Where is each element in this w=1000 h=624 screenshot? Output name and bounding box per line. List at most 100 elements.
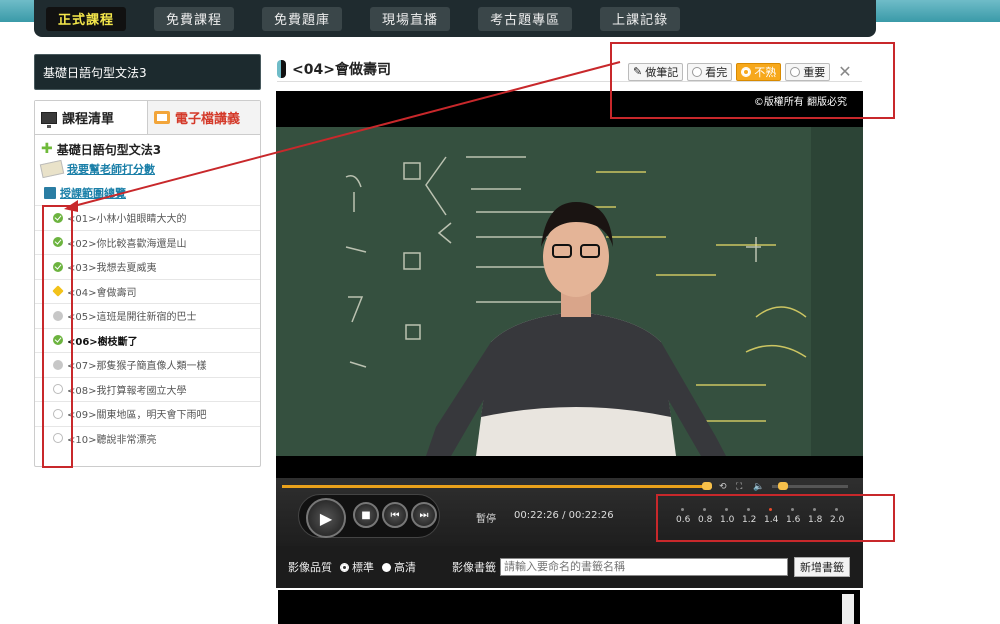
pen-paper-icon: [39, 159, 65, 179]
mark-watched-button[interactable]: 看完: [687, 62, 733, 81]
fullscreen-icon[interactable]: ⛶: [736, 482, 742, 492]
playback-time: 00:22:26 / 00:22:26: [514, 510, 614, 521]
mark-important-button[interactable]: 重要: [785, 62, 831, 81]
lesson-label: <02>你比較喜歡海還是山: [67, 238, 187, 250]
pencil-icon: ✎: [633, 65, 643, 78]
lesson-item[interactable]: <07>那隻猴子簡直像人類一樣: [35, 352, 260, 377]
lesson-item[interactable]: <09>關東地區，明天會下雨吧: [35, 401, 260, 426]
nav-tab-free-questions[interactable]: 免費題庫: [262, 6, 343, 31]
lesson-toolbar: ✎ 做筆記 看完 不熟 重要 ✕: [628, 62, 852, 81]
lesson-item[interactable]: <08>我打算報考國立大學: [35, 376, 260, 402]
speed-selector: 0.6 0.8 1.0 1.2 1.4 1.6 1.8 2.0: [676, 508, 844, 525]
lesson-item[interactable]: <05>這班是開往新宿的巴士: [35, 303, 260, 328]
outline-link[interactable]: 授課範圍總覽: [35, 181, 260, 205]
expand-plus-icon: ✚: [41, 141, 53, 157]
speed-option[interactable]: 0.6: [676, 508, 690, 525]
quality-standard-radio[interactable]: [340, 562, 349, 572]
speed-option[interactable]: 1.6: [786, 508, 800, 525]
tab-course-list-label: 課程清單: [62, 112, 115, 127]
bookmark-label: 影像書籤: [452, 561, 496, 574]
chalkboard-lecture-image: [276, 127, 863, 456]
next-button[interactable]: ⏭: [411, 502, 437, 528]
mark-watched-label: 看完: [705, 65, 728, 79]
outline-label: 授課範圍總覽: [60, 187, 126, 200]
course-name-box: 基礎日語句型文法3: [34, 54, 261, 90]
radio-icon: [692, 66, 703, 77]
lesson-title: <04>會做壽司: [292, 62, 391, 78]
rate-teacher-label: 我要幫老師打分數: [67, 163, 155, 176]
add-bookmark-button[interactable]: 新增書籤: [794, 557, 850, 577]
notes-area[interactable]: [278, 590, 860, 624]
previous-button[interactable]: ⏮: [382, 502, 408, 528]
radio-icon: [790, 66, 801, 77]
seek-handle[interactable]: [702, 482, 712, 490]
take-note-label: 做筆記: [645, 65, 679, 79]
speed-option[interactable]: 1.8: [808, 508, 822, 525]
lesson-item[interactable]: <01>小林小姐眼睛大大的: [35, 205, 260, 230]
volume-icon[interactable]: 🔈: [753, 482, 764, 492]
lesson-item[interactable]: <06>樹枝斷了: [35, 327, 260, 353]
player-controls: ⟲ ⛶ 🔈 ▶ ■ ⏮ ⏭ 暫停 00:22:26 / 00:22:26 0.6…: [276, 478, 863, 546]
seek-bar[interactable]: [282, 485, 712, 488]
volume-handle[interactable]: [778, 482, 788, 490]
lesson-item[interactable]: <04>會做壽司: [35, 278, 260, 304]
speed-option[interactable]: 2.0: [830, 508, 844, 525]
lesson-label: <10>聽說非常漂亮: [67, 434, 157, 446]
quality-standard-label: 標準: [352, 561, 374, 574]
course-name: 基礎日語句型文法3: [43, 65, 147, 80]
panel-tabs: 課程清單 電子檔講義: [35, 101, 260, 135]
nav-tab-live[interactable]: 現場直播: [370, 6, 451, 31]
speed-option[interactable]: 1.4: [764, 508, 778, 525]
speed-option[interactable]: 1.2: [742, 508, 756, 525]
title-marker-icon: [277, 60, 286, 78]
take-note-button[interactable]: ✎ 做筆記: [628, 62, 684, 81]
mark-unsure-label: 不熟: [754, 65, 777, 79]
tree-title[interactable]: ✚ 基礎日語句型文法3: [35, 135, 260, 157]
tab-handouts-label: 電子檔講義: [175, 112, 241, 127]
lesson-status-icon: [53, 433, 63, 444]
stop-button[interactable]: ■: [353, 502, 379, 528]
mark-unsure-button[interactable]: 不熟: [736, 62, 782, 81]
rate-teacher-link[interactable]: 我要幫老師打分數: [35, 157, 260, 181]
quality-hd-radio[interactable]: [382, 562, 391, 572]
lesson-label: <06>樹枝斷了: [67, 336, 138, 348]
lesson-status-icon: [53, 408, 63, 419]
notes-scrollbar[interactable]: [842, 594, 854, 624]
lesson-status-icon: [53, 384, 63, 395]
nav-tab-past-exams[interactable]: 考古題專區: [478, 6, 573, 31]
mark-important-label: 重要: [803, 65, 826, 79]
video-player[interactable]: ©版權所有 翻版必究: [276, 91, 863, 478]
tab-handouts[interactable]: 電子檔講義: [148, 101, 260, 134]
video-options-bar: 影像品質 標準 高清 影像書籤 新增書籤: [276, 546, 863, 588]
lesson-item[interactable]: <02>你比較喜歡海還是山: [35, 229, 260, 255]
lesson-item[interactable]: <03>我想去夏威夷: [35, 254, 260, 279]
playback-status: 暫停: [476, 514, 496, 525]
loop-icon[interactable]: ⟲: [719, 482, 727, 492]
nav-tab-free-courses[interactable]: 免費課程: [154, 6, 235, 31]
skip-back-icon: ⏮: [390, 509, 400, 521]
play-icon: ▶: [319, 508, 333, 528]
lesson-label: <08>我打算報考國立大學: [67, 385, 187, 397]
lesson-list: <01>小林小姐眼睛大大的 <02>你比較喜歡海還是山 <03>我想去夏威夷 <04>…: [35, 205, 260, 450]
lesson-status-icon: [53, 310, 63, 321]
lesson-status-icon: [53, 335, 63, 346]
lesson-label: <04>會做壽司: [67, 287, 137, 299]
nav-tab-formal-courses[interactable]: 正式課程: [46, 6, 127, 31]
bookmark-name-input[interactable]: [500, 558, 788, 576]
lesson-status-icon: [52, 285, 64, 297]
tree-title-label: 基礎日語句型文法3: [56, 142, 162, 157]
folder-icon: [154, 111, 170, 124]
stop-icon: ■: [361, 509, 371, 521]
nav-tab-class-records[interactable]: 上課記錄: [600, 6, 681, 31]
main-nav: 正式課程 免費課程 免費題庫 現場直播 考古題專區 上課記錄: [34, 0, 876, 37]
lesson-status-icon: [53, 237, 63, 248]
close-icon[interactable]: ✕: [838, 62, 851, 81]
speed-option[interactable]: 1.0: [720, 508, 734, 525]
speed-option[interactable]: 0.8: [698, 508, 712, 525]
lesson-panel: 課程清單 電子檔講義 ✚ 基礎日語句型文法3 我要幫老師打分數 授課範圍總覽 <…: [34, 100, 261, 467]
lesson-item[interactable]: <10>聽說非常漂亮: [35, 425, 260, 451]
skip-forward-icon: ⏭: [419, 509, 429, 521]
play-button[interactable]: ▶: [306, 498, 346, 538]
tab-course-list[interactable]: 課程清單: [35, 101, 148, 134]
lesson-status-icon: [53, 261, 63, 272]
